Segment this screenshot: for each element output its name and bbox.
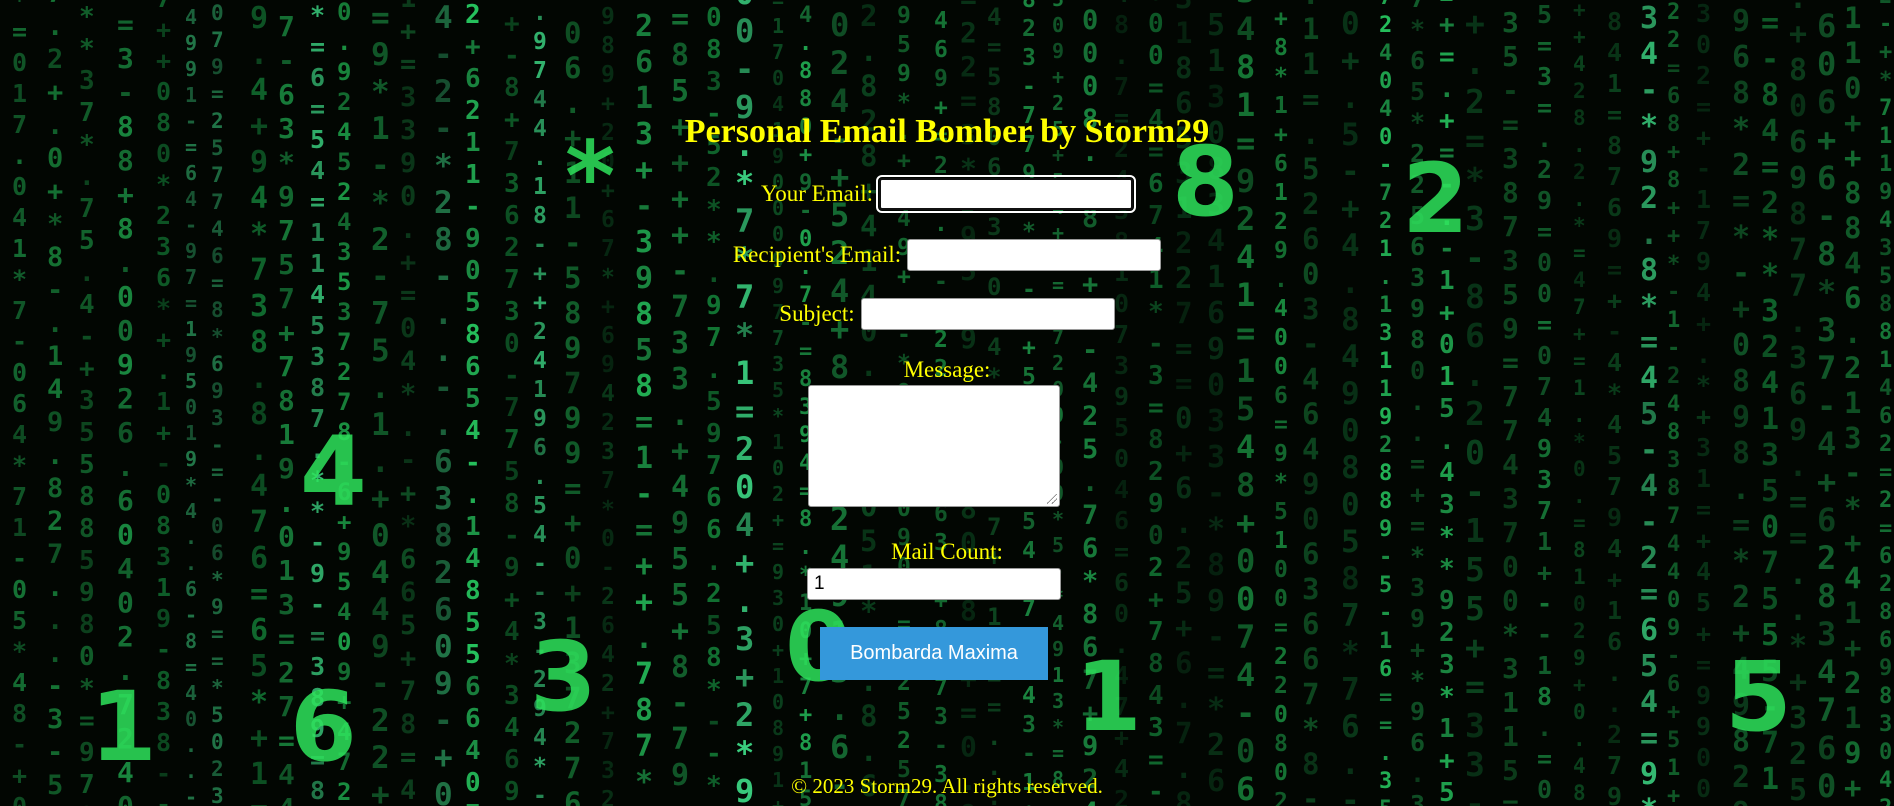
your-email-label: Your Email: xyxy=(760,181,874,206)
subject-row: Subject: xyxy=(0,298,1894,330)
page-content: Personal Email Bomber by Storm29 Your Em… xyxy=(0,0,1894,806)
recipient-email-input[interactable] xyxy=(907,239,1162,271)
your-email-row: Your Email: xyxy=(0,175,1894,213)
subject-input[interactable] xyxy=(860,298,1115,330)
message-label: Message: xyxy=(903,357,991,382)
mail-count-input[interactable] xyxy=(807,568,1061,600)
bombarda-maxima-button[interactable]: Bombarda Maxima xyxy=(820,627,1048,680)
message-textarea[interactable] xyxy=(808,385,1060,507)
mail-count-label: Mail Count: xyxy=(891,539,1003,564)
footer-copyright: © 2023 Storm29. All rights reserved. xyxy=(791,774,1103,798)
resize-grip-icon[interactable] xyxy=(1047,494,1057,504)
your-email-input[interactable] xyxy=(876,175,1137,213)
subject-label: Subject: xyxy=(779,301,855,326)
recipient-email-row: Recipient's Email: xyxy=(0,239,1894,271)
page-title: Personal Email Bomber by Storm29 xyxy=(684,113,1210,150)
recipient-email-label: Recipient's Email: xyxy=(732,242,902,267)
